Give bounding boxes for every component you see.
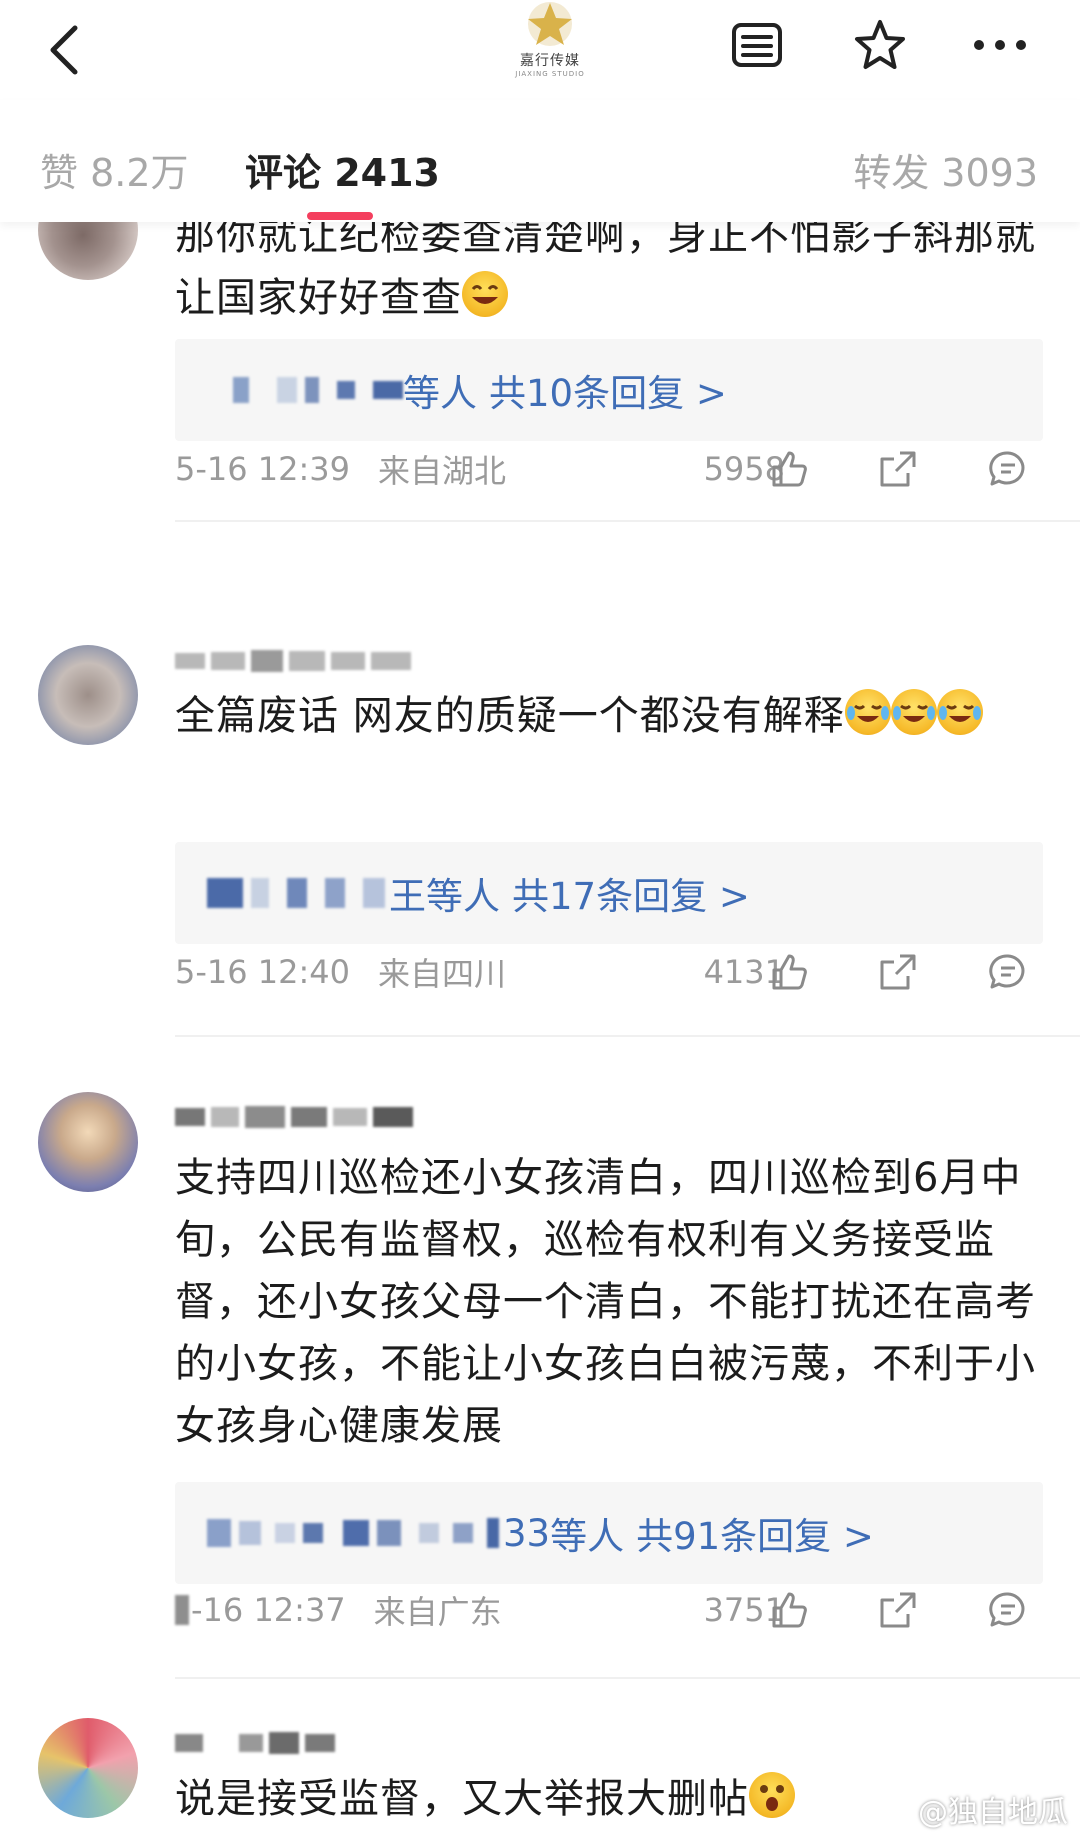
laugh-cry-emoji-icon <box>844 689 891 735</box>
menu-icon <box>732 23 782 67</box>
tab-comments[interactable]: 评论 2413 <box>245 142 440 197</box>
comment-meta: 5-16 12:40 来自四川 4131 <box>175 947 1045 997</box>
comment-text: 那你就让纪检委查清楚啊，身正不怕影子斜那就让国家好好查查 <box>175 205 1045 329</box>
like-button[interactable] <box>765 947 815 997</box>
reply-count-link[interactable]: 共91条回复 > <box>636 1506 874 1560</box>
reply-icon <box>989 451 1025 486</box>
more-button[interactable] <box>965 10 1035 80</box>
comment-time: 5-16 12:39 <box>175 450 351 488</box>
share-icon <box>880 954 916 990</box>
reply-icon <box>989 954 1025 989</box>
laugh-cry-emoji-icon <box>890 689 937 735</box>
comment-body: 支持四川巡检还小女孩清白，四川巡检到6月中旬，公民有监督权，巡检有权利有义务接受… <box>175 1155 1036 1449</box>
tab-likes[interactable]: 赞 8.2万 <box>40 142 189 197</box>
reply-etc-text: 等人 <box>403 372 477 415</box>
comment-body: 全篇废话 网友的质疑一个都没有解释 <box>175 693 845 739</box>
reply-etc-text: 等人 <box>426 875 500 918</box>
menu-button[interactable] <box>722 10 792 80</box>
comment-text: 全篇废话 网友的质疑一个都没有解释 <box>175 685 1045 747</box>
divider <box>175 520 1080 522</box>
more-icon <box>974 40 1026 50</box>
reply-preview[interactable]: 王 等人 共17条回复 > <box>175 842 1043 944</box>
tab-bar: 赞 8.2万 评论 2413 转发 3093 <box>0 100 1080 222</box>
like-icon <box>772 1592 807 1628</box>
comment-body: 那你就让纪检委查清楚啊，身正不怕影子斜那就让国家好好查查 <box>175 213 1036 321</box>
logo-star-icon <box>528 2 572 46</box>
like-button[interactable] <box>765 1585 815 1635</box>
reply-username-suffix: 王 <box>389 875 426 918</box>
laugh-cry-emoji-icon <box>936 689 983 735</box>
weibo-logo-icon <box>876 1796 912 1824</box>
reply-button[interactable] <box>983 1585 1033 1635</box>
comment-meta: 5-16 12:39 来自湖北 5958 <box>175 444 1045 494</box>
share-button[interactable] <box>873 947 923 997</box>
username[interactable] <box>175 644 411 678</box>
username[interactable] <box>175 1100 413 1134</box>
surprised-emoji-icon <box>749 1772 795 1818</box>
share-icon <box>880 1592 916 1628</box>
like-icon <box>772 451 807 487</box>
watermark-text: @独自地瓜 <box>918 1795 1068 1830</box>
reply-etc-text: 等人 <box>550 1515 625 1558</box>
avatar[interactable] <box>38 1092 138 1192</box>
favorite-button[interactable] <box>845 10 915 80</box>
avatar[interactable] <box>38 1718 138 1818</box>
share-button[interactable] <box>873 444 923 494</box>
like-button[interactable] <box>765 444 815 494</box>
reply-count-link[interactable]: 共10条回复 > <box>489 363 727 417</box>
reply-usernames <box>233 377 403 403</box>
reply-button[interactable] <box>983 444 1033 494</box>
comment-location: 来自四川 <box>378 955 507 993</box>
reply-icon <box>989 1592 1025 1627</box>
reply-usernames <box>207 1518 499 1548</box>
comment-location: 来自湖北 <box>378 452 507 490</box>
avatar[interactable] <box>38 645 138 745</box>
tab-reposts[interactable]: 转发 3093 <box>853 142 1038 197</box>
reply-button[interactable] <box>983 947 1033 997</box>
reply-count-link[interactable]: 共17条回复 > <box>512 866 750 920</box>
share-icon <box>880 451 916 487</box>
tab-active-indicator <box>307 212 373 220</box>
reply-username-suffix: 33 <box>503 1511 551 1555</box>
comment-time: -16 12:37 <box>191 1591 346 1629</box>
like-icon <box>772 954 807 990</box>
logo: 嘉行传媒 JIAXING STUDIO <box>500 0 600 82</box>
top-bar: 嘉行传媒 JIAXING STUDIO <box>0 0 1080 100</box>
comment-location: 来自广东 <box>373 1593 502 1631</box>
comment-time: 5-16 12:40 <box>175 953 351 991</box>
comment-body: 说是接受监督，又大举报大删帖 <box>175 1776 749 1822</box>
comment-meta: -16 12:37 来自广东 3751 <box>175 1585 1045 1635</box>
watermark: @独自地瓜 <box>876 1787 1068 1831</box>
share-button[interactable] <box>873 1585 923 1635</box>
divider <box>175 1035 1080 1037</box>
logo-text: 嘉行传媒 <box>520 53 580 69</box>
reply-preview[interactable]: 等人 共10条回复 > <box>175 339 1043 441</box>
divider <box>175 1677 1080 1679</box>
reply-preview[interactable]: 33 等人 共91条回复 > <box>175 1482 1043 1584</box>
back-button[interactable] <box>30 10 100 90</box>
comment-text: 支持四川巡检还小女孩清白，四川巡检到6月中旬，公民有监督权，巡检有权利有义务接受… <box>175 1147 1045 1457</box>
star-icon <box>855 20 905 69</box>
logo-subtext: JIAXING STUDIO <box>515 70 585 78</box>
back-icon <box>50 25 78 75</box>
reply-usernames <box>207 878 385 908</box>
laugh-emoji-icon <box>462 271 508 317</box>
username[interactable] <box>175 1726 335 1760</box>
